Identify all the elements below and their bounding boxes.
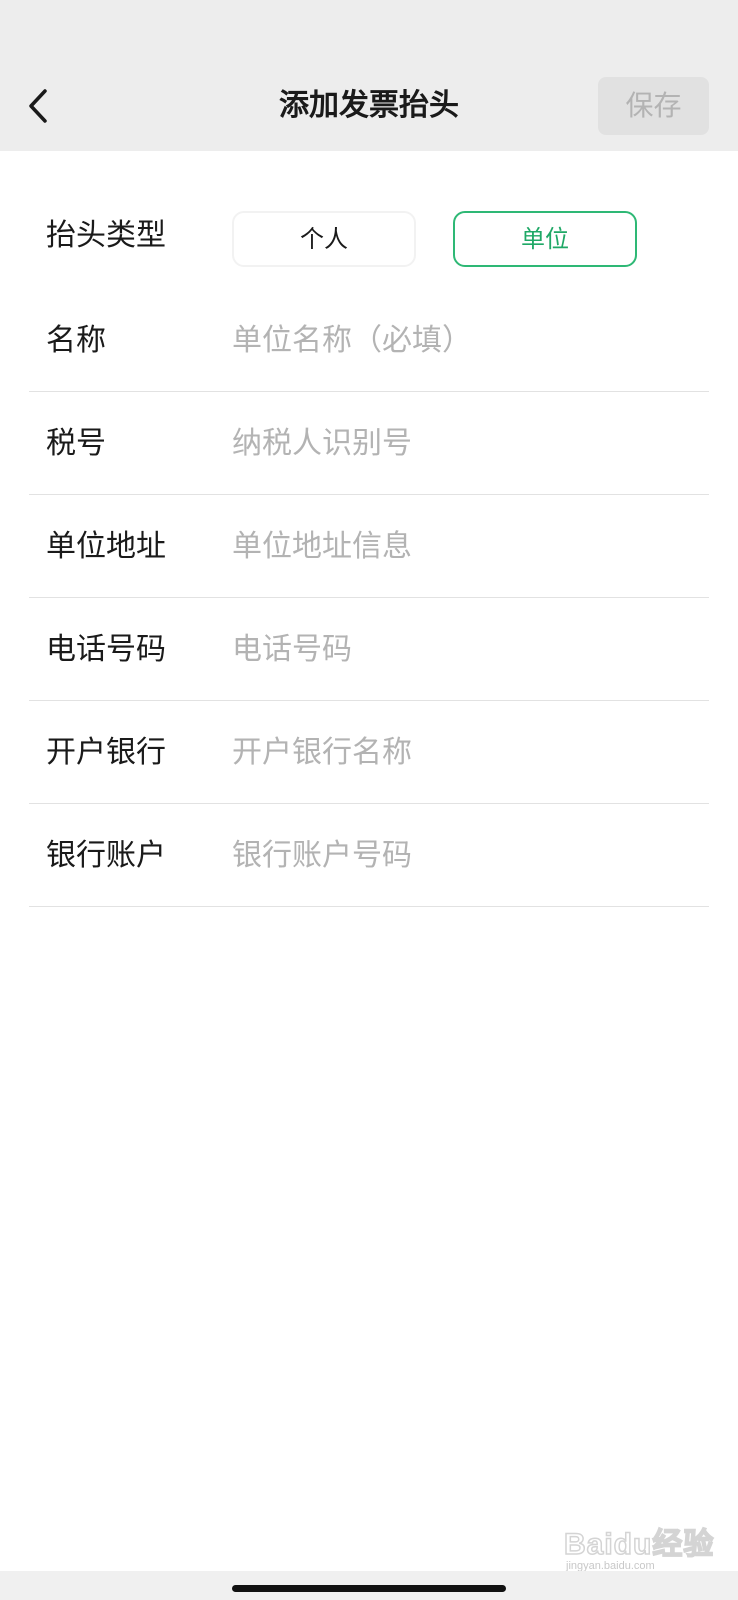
name-input[interactable]	[232, 289, 702, 392]
home-indicator[interactable]	[232, 1585, 506, 1592]
add-invoice-title-page: 添加发票抬头 保存 抬头类型 个人 单位 名称 税号 单位地址 电话号码 开户银…	[0, 0, 738, 1600]
bank-account-input[interactable]	[232, 804, 702, 907]
field-label: 税号	[46, 426, 106, 461]
title-type-label: 抬头类型	[46, 218, 166, 253]
save-button[interactable]: 保存	[598, 77, 709, 135]
field-name: 名称	[0, 289, 738, 392]
type-option-personal[interactable]: 个人	[232, 211, 416, 267]
baidu-watermark: Baidu经验	[563, 1516, 715, 1566]
field-tax-id: 税号	[0, 392, 738, 495]
divider	[29, 906, 709, 907]
field-label: 开户银行	[46, 735, 166, 770]
field-label: 单位地址	[46, 529, 166, 564]
field-label: 银行账户	[46, 838, 166, 873]
field-label: 名称	[46, 323, 106, 358]
navigation-bar: 添加发票抬头 保存	[0, 0, 738, 151]
field-bank-account: 银行账户	[0, 804, 738, 907]
address-input[interactable]	[232, 495, 702, 598]
field-phone: 电话号码	[0, 598, 738, 701]
field-bank: 开户银行	[0, 701, 738, 804]
type-option-company[interactable]: 单位	[453, 211, 637, 267]
tax-id-input[interactable]	[232, 392, 702, 495]
title-type-row: 抬头类型 个人 单位	[0, 206, 738, 267]
bank-name-input[interactable]	[232, 701, 702, 804]
phone-input[interactable]	[232, 598, 702, 701]
field-address: 单位地址	[0, 495, 738, 598]
field-label: 电话号码	[46, 632, 166, 667]
watermark-brand: Baidu经验	[563, 1527, 715, 1562]
